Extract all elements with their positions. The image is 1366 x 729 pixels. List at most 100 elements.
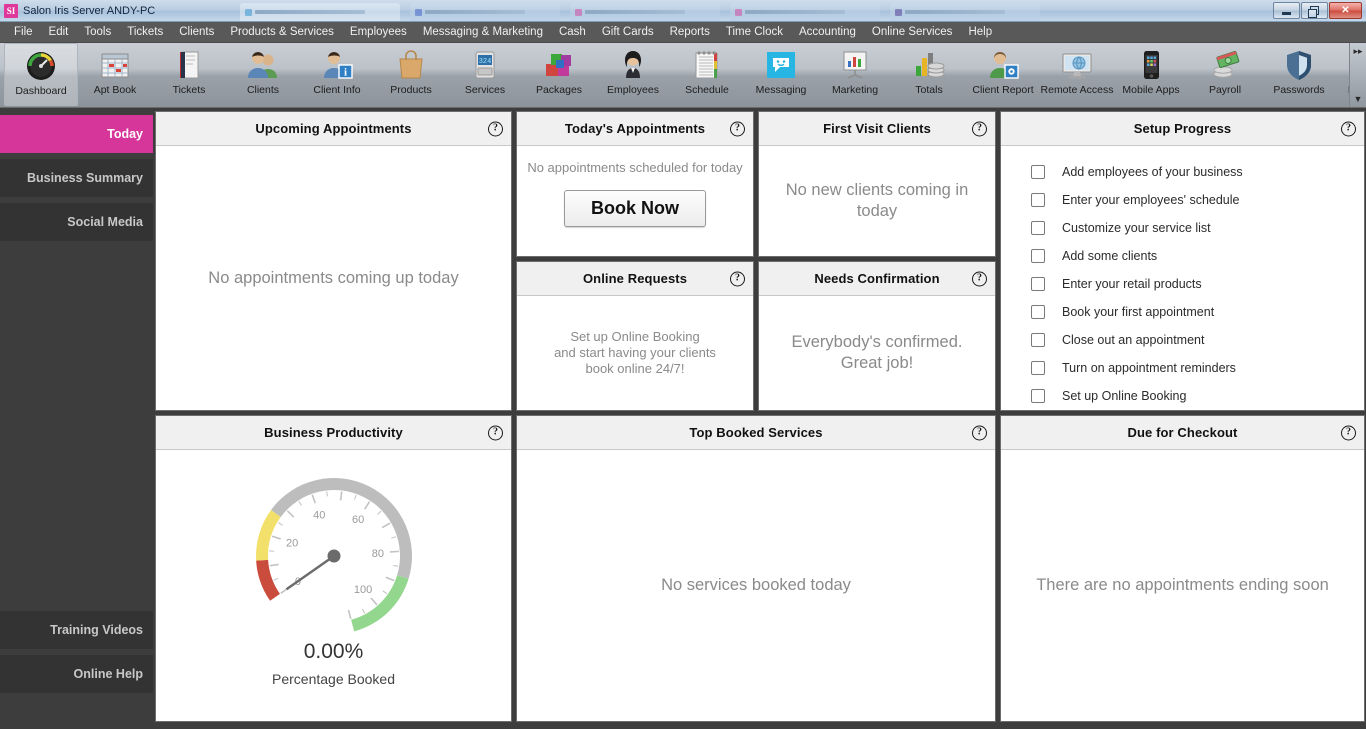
help-icon[interactable]: ?: [488, 425, 503, 440]
smartphone-icon: [1134, 48, 1168, 82]
panel-setup-progress: Setup Progress ? Add employees of your b…: [1000, 111, 1365, 411]
sidebar-item-online-help[interactable]: Online Help: [0, 655, 153, 693]
checkbox-icon[interactable]: [1031, 277, 1045, 291]
help-icon[interactable]: ?: [1341, 121, 1356, 136]
menu-products-services[interactable]: Products & Services: [222, 24, 342, 40]
toolbar-scroll-down-icon[interactable]: ▼: [1354, 95, 1363, 104]
menu-time-clock[interactable]: Time Clock: [718, 24, 791, 40]
application-window: SI Salon Iris Server ANDY-PC ✕ File Edit…: [0, 0, 1366, 728]
panel-header: Today's Appointments ?: [517, 112, 753, 146]
toolbar-schedule[interactable]: Schedule: [670, 43, 744, 106]
setup-item-close-out-appointment[interactable]: Close out an appointment: [1001, 326, 1364, 354]
toolbar-dashboard[interactable]: Dashboard: [4, 43, 78, 106]
toolbar-marketing[interactable]: Marketing: [818, 43, 892, 106]
menu-edit[interactable]: Edit: [41, 24, 77, 40]
checkbox-icon[interactable]: [1031, 361, 1045, 375]
panel-body: No services booked today: [517, 450, 995, 721]
setup-item-first-appointment[interactable]: Book your first appointment: [1001, 298, 1364, 326]
panel-header: Online Requests ?: [517, 262, 753, 296]
toolbar-messaging[interactable]: Messaging: [744, 43, 818, 106]
toolbar-label: Client Report: [972, 84, 1033, 96]
lined-pad-icon: [690, 48, 724, 82]
toolbar-scroll-control[interactable]: ▸▸ ▼: [1349, 43, 1366, 108]
setup-item-service-list[interactable]: Customize your service list: [1001, 214, 1364, 242]
toolbar-client-report[interactable]: Client Report: [966, 43, 1040, 106]
help-icon[interactable]: ?: [1341, 425, 1356, 440]
gauge-minor-tick: [298, 501, 301, 505]
sidebar-item-social-media[interactable]: Social Media: [0, 203, 153, 241]
menu-tools[interactable]: Tools: [76, 24, 119, 40]
sidebar-item-training-videos[interactable]: Training Videos: [0, 611, 153, 649]
menu-clients[interactable]: Clients: [171, 24, 222, 40]
toolbar-clients[interactable]: Clients: [226, 43, 300, 106]
setup-item-online-booking[interactable]: Set up Online Booking: [1001, 382, 1364, 410]
setup-item-add-employees[interactable]: Add employees of your business: [1001, 158, 1364, 186]
gauge-caption: Percentage Booked: [272, 671, 395, 687]
help-icon[interactable]: ?: [730, 121, 745, 136]
boxes-icon: [542, 48, 576, 82]
help-icon[interactable]: ?: [972, 121, 987, 136]
toolbar-totals[interactable]: Totals: [892, 43, 966, 106]
menu-tickets[interactable]: Tickets: [119, 24, 171, 40]
toolbar-mobile-apps[interactable]: Mobile Apps: [1114, 43, 1188, 106]
panel-title: Upcoming Appointments: [255, 121, 411, 136]
app-logo-icon: SI: [4, 4, 18, 18]
menu-bar: File Edit Tools Tickets Clients Products…: [0, 22, 1366, 43]
toolbar-products[interactable]: Products: [374, 43, 448, 106]
setup-item-label: Set up Online Booking: [1062, 389, 1186, 403]
help-icon[interactable]: ?: [488, 121, 503, 136]
help-icon[interactable]: ?: [730, 271, 745, 286]
panel-needs-confirmation: Needs Confirmation ? Everybody's confirm…: [758, 261, 996, 411]
gauge-minor-tick: [391, 537, 396, 538]
menu-file[interactable]: File: [6, 24, 41, 40]
setup-item-add-clients[interactable]: Add some clients: [1001, 242, 1364, 270]
person-gear-icon: [986, 48, 1020, 82]
checkbox-icon[interactable]: [1031, 193, 1045, 207]
book-now-button[interactable]: Book Now: [564, 190, 706, 227]
toolbar-payroll[interactable]: Payroll: [1188, 43, 1262, 106]
maximize-button[interactable]: [1301, 2, 1328, 19]
checkbox-icon[interactable]: [1031, 333, 1045, 347]
sidebar-item-today[interactable]: Today: [0, 115, 153, 153]
help-icon[interactable]: ?: [972, 271, 987, 286]
toolbar-employees[interactable]: Employees: [596, 43, 670, 106]
toolbar-client-info[interactable]: i Client Info: [300, 43, 374, 106]
toolbar-passwords[interactable]: Passwords: [1262, 43, 1336, 106]
checkbox-icon[interactable]: [1031, 389, 1045, 403]
toolbar-scroll-up-icon[interactable]: ▸▸: [1353, 47, 1362, 56]
setup-item-employee-schedule[interactable]: Enter your employees' schedule: [1001, 186, 1364, 214]
toolbar-packages[interactable]: Packages: [522, 43, 596, 106]
menu-reports[interactable]: Reports: [662, 24, 718, 40]
gauge-major-tick: [382, 523, 390, 528]
toolbar-services[interactable]: 324 Services: [448, 43, 522, 106]
checkbox-icon[interactable]: [1031, 165, 1045, 179]
empty-message: No new clients coming in today: [767, 180, 987, 221]
menu-employees[interactable]: Employees: [342, 24, 415, 40]
shield-icon: [1282, 48, 1316, 82]
menu-help[interactable]: Help: [960, 24, 1000, 40]
menu-gift-cards[interactable]: Gift Cards: [594, 24, 662, 40]
checkbox-icon[interactable]: [1031, 305, 1045, 319]
panel-header: Upcoming Appointments ?: [156, 112, 511, 146]
menu-messaging-marketing[interactable]: Messaging & Marketing: [415, 24, 551, 40]
toolbar-apt-book[interactable]: Apt Book: [78, 43, 152, 106]
gauge-minor-tick: [273, 578, 278, 580]
checkbox-icon[interactable]: [1031, 249, 1045, 263]
checkbox-icon[interactable]: [1031, 221, 1045, 235]
toolbar-remote-access[interactable]: Remote Access: [1040, 43, 1114, 106]
setup-item-appointment-reminders[interactable]: Turn on appointment reminders: [1001, 354, 1364, 382]
empty-message: No appointments coming up today: [208, 268, 458, 289]
gauge-major-tick: [389, 551, 398, 552]
toolbar-tickets[interactable]: Tickets: [152, 43, 226, 106]
help-icon[interactable]: ?: [972, 425, 987, 440]
minimize-button[interactable]: [1273, 2, 1300, 19]
close-button[interactable]: ✕: [1329, 2, 1362, 19]
menu-online-services[interactable]: Online Services: [864, 24, 961, 40]
menu-cash[interactable]: Cash: [551, 24, 594, 40]
toolbar-label: Totals: [915, 84, 942, 96]
sidebar-item-label: Today: [107, 127, 143, 141]
menu-accounting[interactable]: Accounting: [791, 24, 864, 40]
setup-item-retail-products[interactable]: Enter your retail products: [1001, 270, 1364, 298]
sidebar-item-business-summary[interactable]: Business Summary: [0, 159, 153, 197]
panel-header: Business Productivity ?: [156, 416, 511, 450]
